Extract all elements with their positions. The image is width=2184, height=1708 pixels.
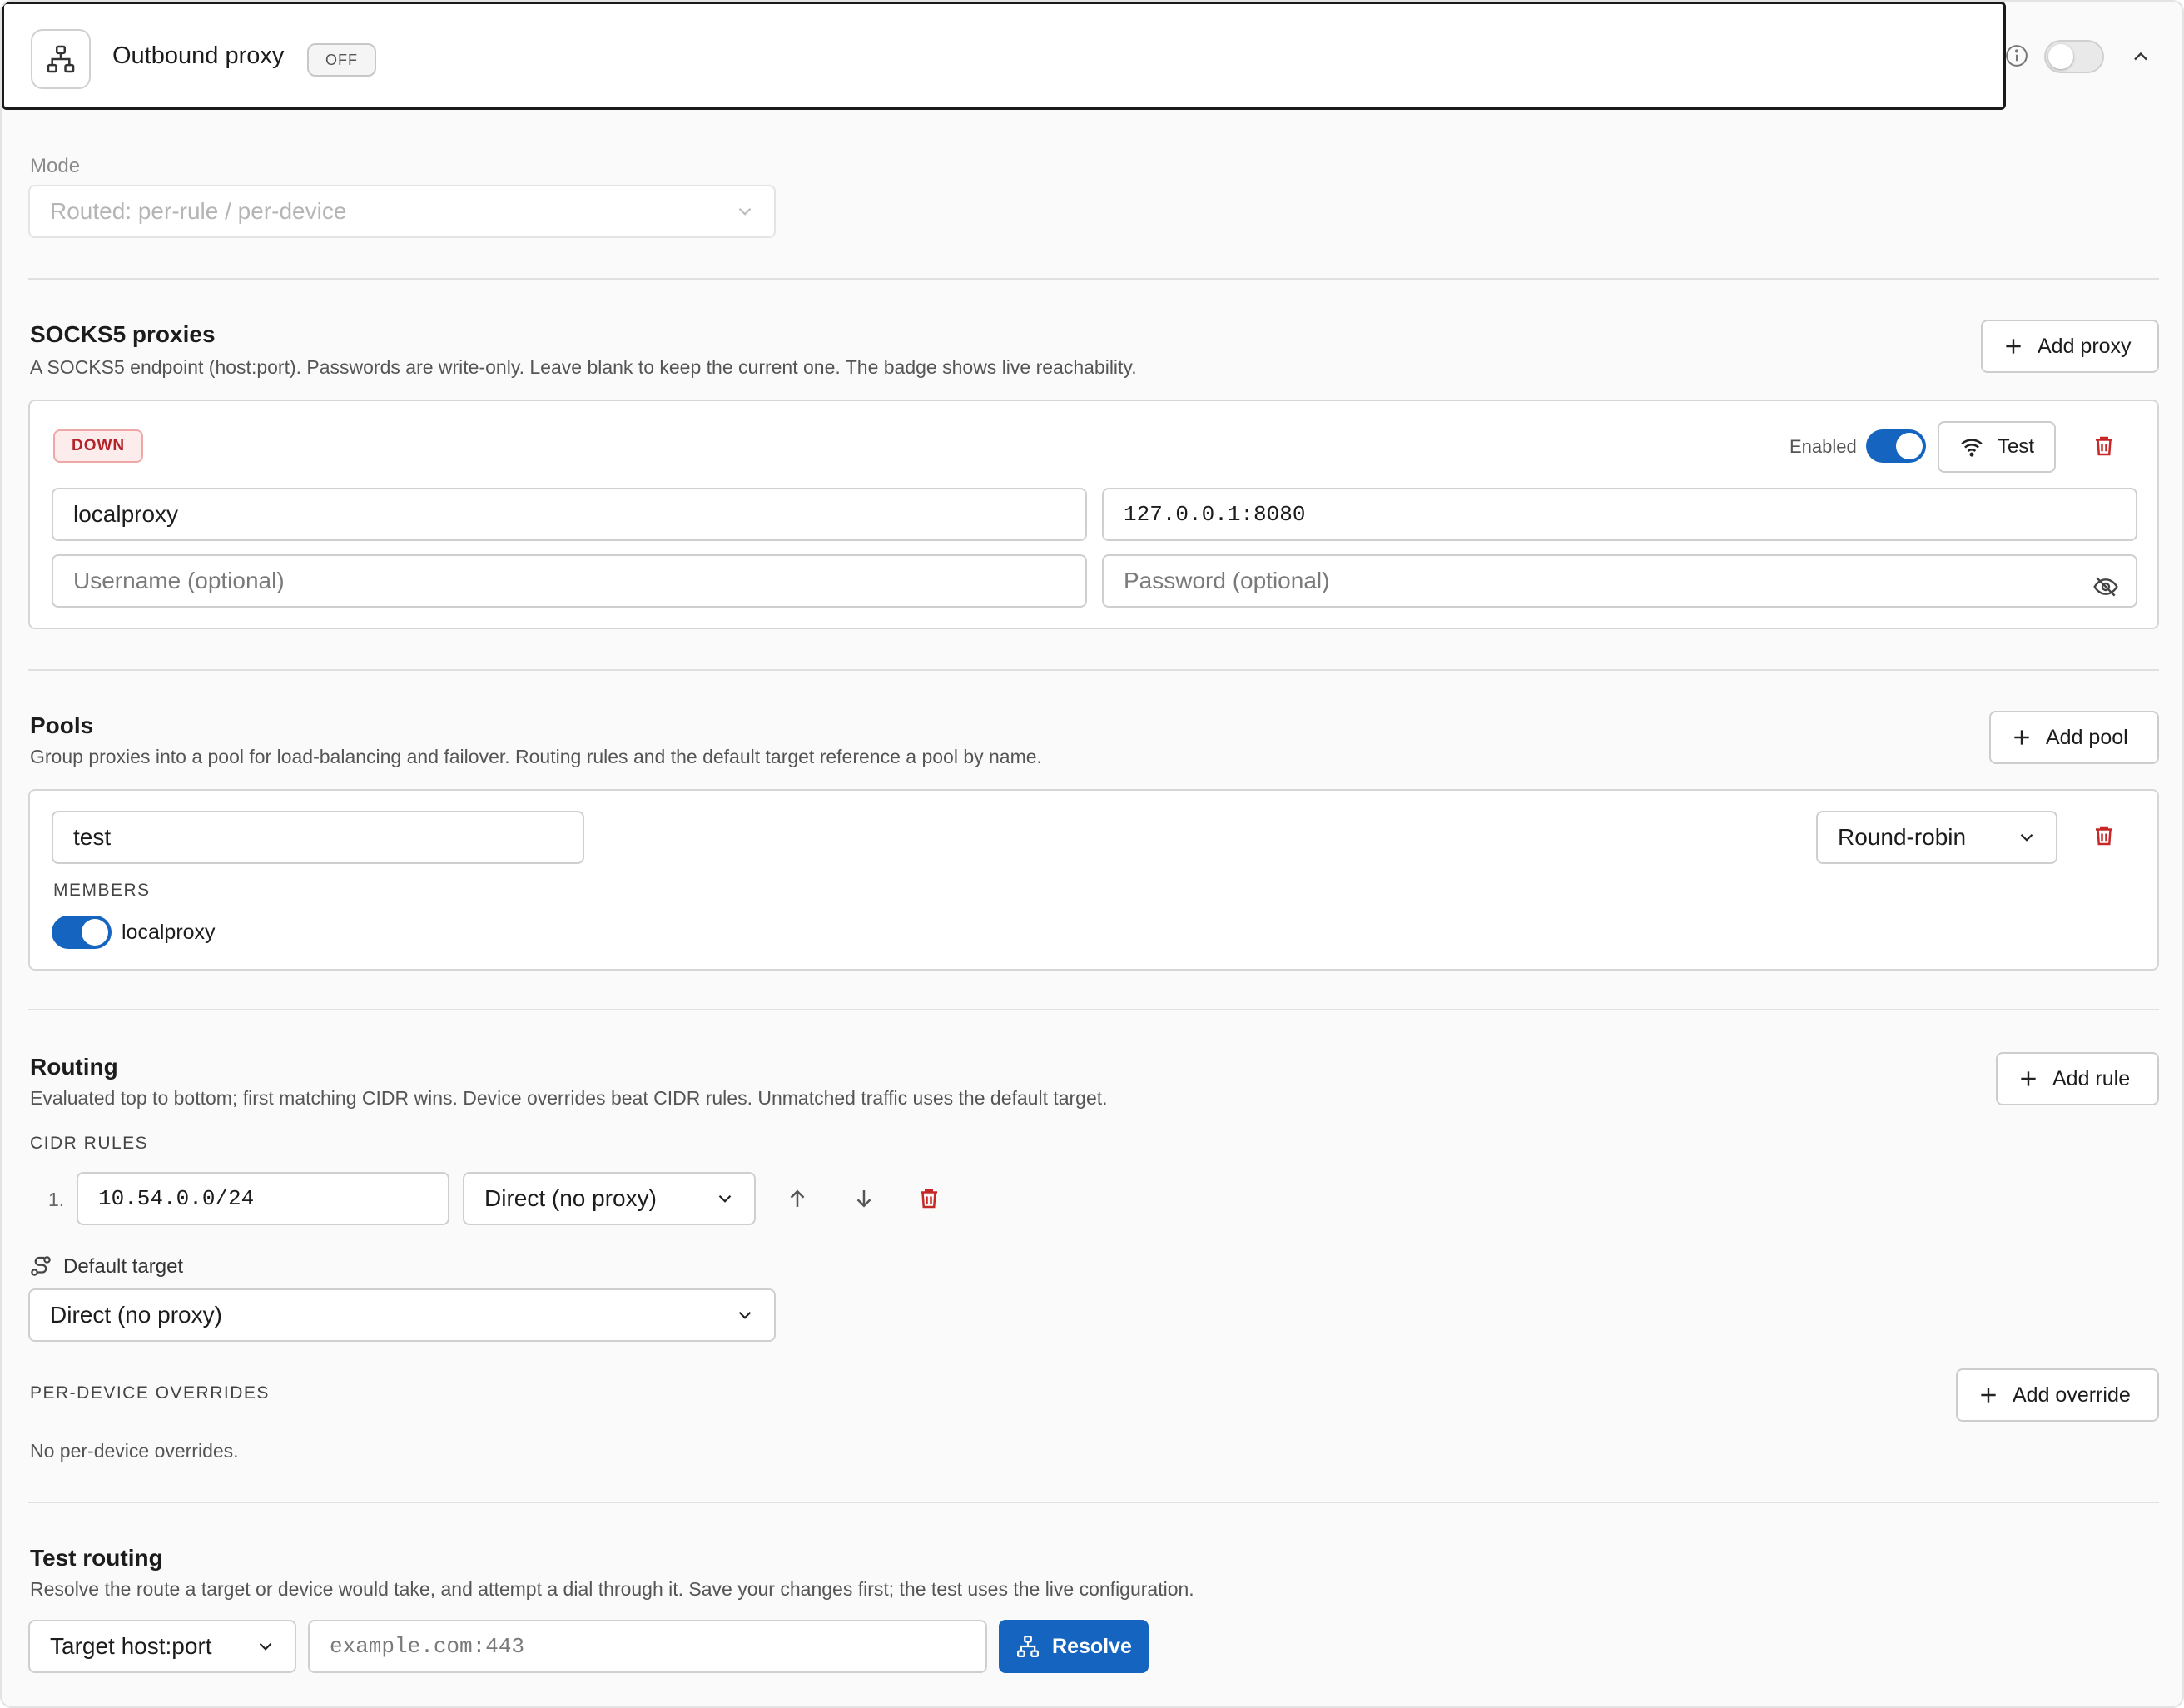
reachability-badge: DOWN — [53, 429, 144, 463]
default-target-value: Direct (no proxy) — [50, 1302, 222, 1328]
proxy-endpoint-input[interactable]: 127.0.0.1:8080 — [1102, 488, 2137, 541]
chevron-down-icon — [738, 1311, 752, 1319]
panel-title: Outbound proxy — [112, 42, 285, 69]
rule-index: 1. — [48, 1189, 65, 1210]
socks-title: SOCKS5 proxies — [30, 321, 216, 347]
mode-value: Routed: per-rule / per-device — [50, 198, 347, 224]
default-target-select[interactable]: Direct (no proxy) — [28, 1288, 776, 1342]
proxy-name-input[interactable]: localproxy — [52, 488, 1087, 541]
test-kind-value: Target host:port — [50, 1633, 212, 1659]
arrow-down-icon — [856, 1190, 871, 1208]
trash-icon — [2096, 436, 2112, 456]
add-override-button[interactable]: Add override — [1956, 1368, 2159, 1422]
add-rule-label: Add rule — [2052, 1066, 2131, 1090]
add-pool-label: Add pool — [2046, 725, 2128, 749]
add-override-label: Add override — [2013, 1383, 2131, 1407]
plus-icon — [1981, 1388, 1996, 1403]
test-kind-select[interactable]: Target host:port — [28, 1620, 296, 1673]
plus-icon — [2021, 1071, 2036, 1086]
routing-description: Evaluated top to bottom; first matching … — [30, 1087, 1108, 1109]
add-pool-button[interactable]: Add pool — [1989, 711, 2159, 764]
chevron-down-icon — [718, 1194, 732, 1203]
panel-header[interactable]: Outbound proxy OFF — [2, 2, 2006, 110]
pool-strategy-value: Round-robin — [1838, 824, 1967, 850]
delete-rule-button[interactable] — [912, 1182, 946, 1215]
username-input[interactable]: Username (optional) — [52, 554, 1087, 608]
pool-strategy-select[interactable]: Round-robin — [1816, 811, 2057, 864]
chevron-down-icon — [738, 207, 752, 216]
add-proxy-button[interactable]: Add proxy — [1981, 320, 2159, 373]
proxy-card: DOWN Enabled Test localproxy 127.0.0.1:8… — [28, 400, 2159, 629]
resolve-label: Resolve — [1052, 1634, 1132, 1658]
network-icon — [31, 29, 91, 89]
divider — [28, 669, 2159, 671]
rule-target-value: Direct (no proxy) — [484, 1185, 657, 1211]
password-input[interactable]: Password (optional) — [1102, 554, 2137, 608]
mode-select: Routed: per-rule / per-device — [28, 185, 776, 238]
cidr-input[interactable]: 10.54.0.0/24 — [77, 1172, 449, 1225]
mode-label: Mode — [30, 155, 81, 177]
eye-off-icon[interactable] — [2092, 568, 2119, 618]
test-proxy-button[interactable]: Test — [1938, 421, 2056, 473]
test-target-input[interactable]: example.com:443 — [308, 1620, 987, 1673]
status-badge: OFF — [307, 43, 376, 77]
move-down-button[interactable] — [847, 1182, 881, 1215]
delete-pool-button[interactable] — [2087, 819, 2121, 852]
overrides-label: PER-DEVICE OVERRIDES — [30, 1383, 270, 1403]
rule-target-select[interactable]: Direct (no proxy) — [463, 1172, 756, 1225]
pool-card: test Round-robin MEMBERS localproxy — [28, 789, 2159, 971]
chevron-down-icon — [2020, 833, 2033, 842]
pools-title: Pools — [30, 712, 94, 738]
divider — [28, 278, 2159, 280]
trash-icon — [2096, 826, 2112, 846]
route-icon — [28, 1254, 53, 1283]
members-label: MEMBERS — [53, 881, 151, 900]
pool-name-input[interactable]: test — [52, 811, 584, 864]
cidr-rules-label: CIDR RULES — [30, 1134, 149, 1153]
network-icon — [1017, 1636, 1040, 1657]
test-routing-title: Test routing — [30, 1545, 163, 1571]
member-name: localproxy — [122, 921, 216, 944]
pools-description: Group proxies into a pool for load-balan… — [30, 746, 1042, 767]
routing-title: Routing — [30, 1054, 118, 1080]
divider — [28, 1502, 2159, 1503]
add-proxy-label: Add proxy — [2038, 334, 2132, 358]
member-toggle[interactable] — [52, 916, 112, 949]
proxy-enabled-toggle[interactable] — [1866, 429, 1926, 463]
delete-proxy-button[interactable] — [2087, 429, 2121, 463]
chevron-down-icon — [259, 1642, 272, 1651]
info-icon[interactable] — [2004, 43, 2029, 72]
socks-description: A SOCKS5 endpoint (host:port). Passwords… — [30, 356, 1137, 378]
move-up-button[interactable] — [781, 1182, 814, 1215]
no-overrides-text: No per-device overrides. — [30, 1440, 239, 1462]
resolve-button[interactable]: Resolve — [999, 1620, 1149, 1673]
arrow-up-icon — [790, 1189, 805, 1207]
add-rule-button[interactable]: Add rule — [1996, 1052, 2159, 1105]
password-placeholder: Password (optional) — [1124, 568, 1330, 593]
divider — [28, 1009, 2159, 1010]
enabled-label: Enabled — [1789, 436, 1857, 457]
outbound-proxy-panel: Outbound proxy OFF Mode Routed: per-rule… — [0, 0, 2184, 1708]
wifi-icon — [1961, 439, 1983, 457]
proxy-enable-toggle[interactable] — [2044, 40, 2104, 73]
plus-icon — [2006, 339, 2021, 354]
default-target-label: Default target — [63, 1255, 184, 1278]
chevron-up-icon[interactable] — [2129, 45, 2152, 72]
trash-icon — [921, 1189, 937, 1209]
test-routing-description: Resolve the route a target or device wou… — [30, 1578, 1194, 1600]
test-label: Test — [1997, 435, 2034, 458]
plus-icon — [2014, 730, 2029, 745]
